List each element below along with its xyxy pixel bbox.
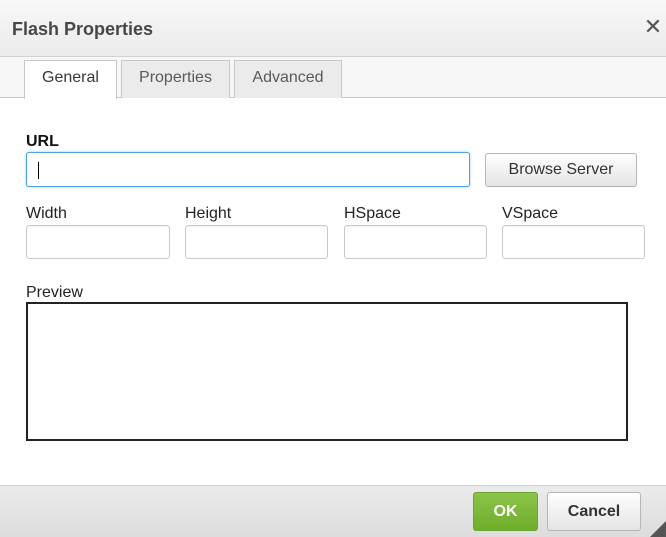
hspace-input[interactable] — [344, 225, 487, 259]
browse-server-button[interactable]: Browse Server — [485, 153, 637, 187]
resize-grip-icon[interactable] — [650, 521, 666, 537]
dialog-footer: OK Cancel — [0, 485, 666, 537]
vspace-input[interactable] — [502, 225, 645, 259]
preview-label: Preview — [26, 284, 83, 301]
ok-button[interactable]: OK — [473, 492, 538, 531]
width-label: Width — [26, 205, 67, 222]
height-label: Height — [185, 205, 232, 222]
hspace-label: HSpace — [344, 205, 401, 222]
text-caret — [38, 162, 39, 179]
url-input[interactable] — [26, 152, 470, 187]
tab-properties[interactable]: Properties — [121, 60, 230, 98]
width-input[interactable] — [26, 225, 170, 259]
height-input[interactable] — [185, 225, 328, 259]
flash-properties-dialog: Flash Properties ✕ General Properties Ad… — [0, 0, 666, 537]
vspace-label: VSpace — [502, 205, 559, 222]
tab-general[interactable]: General — [24, 60, 117, 99]
dialog-title: Flash Properties — [12, 19, 154, 39]
url-label: URL — [26, 133, 59, 150]
dialog-titlebar[interactable]: Flash Properties ✕ — [0, 0, 666, 57]
cancel-button[interactable]: Cancel — [547, 492, 641, 531]
tab-advanced[interactable]: Advanced — [234, 60, 342, 98]
close-icon[interactable]: ✕ — [642, 16, 664, 38]
tab-strip: General Properties Advanced — [0, 57, 666, 99]
preview-area — [26, 302, 628, 441]
